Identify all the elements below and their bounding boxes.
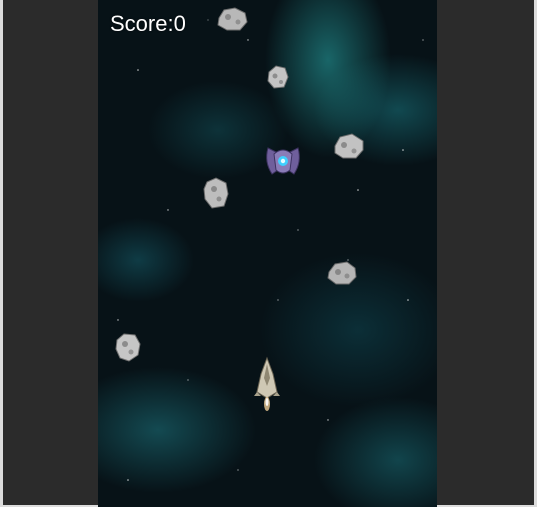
- player-ship: [254, 356, 280, 411]
- score-display: Score:0: [110, 11, 186, 37]
- asteroid: [327, 261, 357, 285]
- score-label: Score:: [110, 11, 174, 36]
- asteroid: [267, 65, 289, 89]
- asteroid: [115, 333, 141, 362]
- asteroid: [203, 177, 229, 209]
- window-border-left: [0, 0, 3, 507]
- score-value: 0: [173, 11, 186, 36]
- enemy-ship: [266, 147, 300, 175]
- asteroid: [217, 7, 248, 31]
- game-viewport[interactable]: Score:0: [98, 0, 437, 507]
- asteroid: [334, 133, 364, 159]
